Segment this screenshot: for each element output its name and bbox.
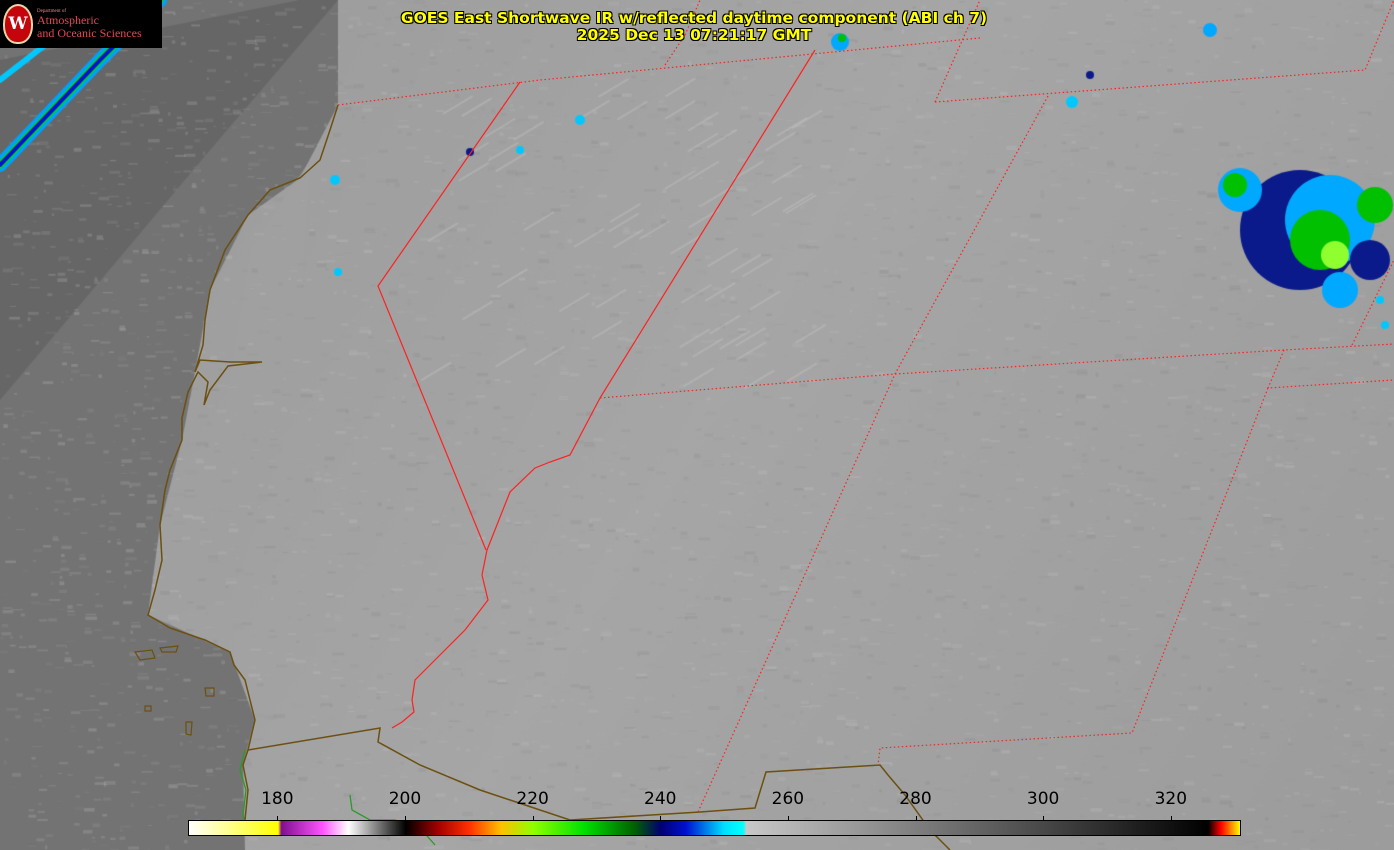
colorbar-tick-mark bbox=[660, 816, 662, 820]
ca-nv-border bbox=[377, 81, 521, 551]
colorbar-tick-mark bbox=[1043, 816, 1045, 820]
colorbar-tick-mark bbox=[915, 816, 917, 820]
coastline bbox=[147, 104, 339, 821]
colorbar-tick-mark bbox=[277, 816, 279, 820]
ca-az-border bbox=[391, 549, 489, 729]
title-timestamp: 2025 Dec 13 07:21:17 GMT bbox=[576, 26, 812, 44]
colorbar-tick-mark bbox=[787, 816, 789, 820]
colorbar-tick-mark bbox=[1170, 816, 1172, 820]
temperature-colorbar bbox=[188, 820, 1241, 836]
map-overlay bbox=[133, 0, 1394, 850]
colorbar-tick-label: 240 bbox=[644, 789, 677, 809]
colorbar-tick-label: 180 bbox=[261, 789, 294, 809]
islands bbox=[133, 645, 215, 736]
colorbar-tick-label: 280 bbox=[899, 789, 932, 809]
colorbar-tick-label: 260 bbox=[771, 789, 805, 809]
nv-az-border bbox=[486, 49, 816, 551]
state-borders bbox=[377, 49, 816, 729]
colorbar-tick-label: 200 bbox=[388, 789, 422, 809]
colorbar-tick-label: 220 bbox=[516, 789, 549, 809]
state-borders-dotted bbox=[337, 0, 1394, 813]
title-line1: GOES East Shortwave IR w/reflected dayti… bbox=[400, 9, 988, 27]
colorbar-tick-label: 300 bbox=[1026, 789, 1060, 809]
image-title: GOES East Shortwave IR w/reflected dayti… bbox=[0, 10, 1388, 44]
colorbar-tick-mark bbox=[404, 816, 406, 820]
colorbar-tick-label: 320 bbox=[1154, 789, 1188, 809]
colorbar-tick-mark bbox=[532, 816, 534, 820]
